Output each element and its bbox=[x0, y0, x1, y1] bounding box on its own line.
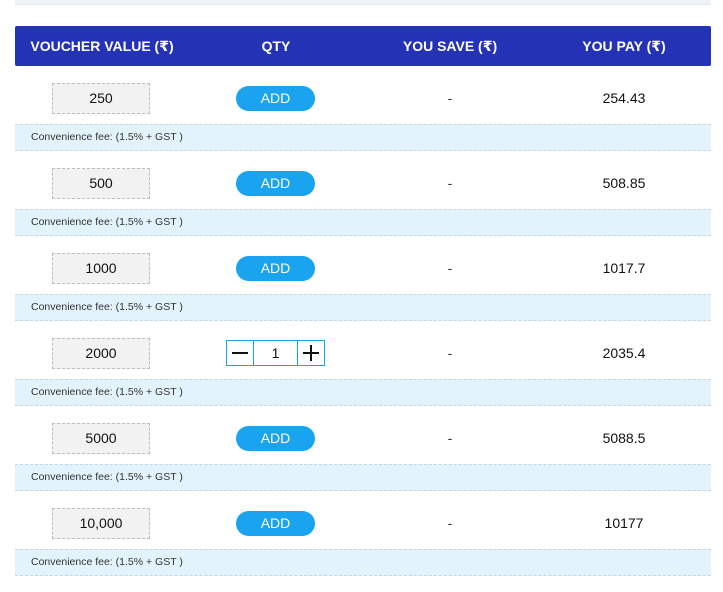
add-button[interactable]: ADD bbox=[236, 256, 315, 281]
you-save-value: - bbox=[447, 515, 453, 531]
voucher-row-main: 2000 1 - 2035.4 bbox=[15, 321, 711, 379]
add-button[interactable]: ADD bbox=[236, 426, 315, 451]
voucher-row-main: 1000 ADD - 1017.7 bbox=[15, 236, 711, 294]
convenience-fee-note: Convenience fee: (1.5% + GST ) bbox=[15, 209, 711, 236]
voucher-value: 2000 bbox=[52, 338, 150, 369]
voucher-value: 5000 bbox=[52, 423, 150, 454]
you-pay-value: 254.43 bbox=[602, 90, 646, 106]
header-you-save: YOU SAVE (₹) bbox=[402, 38, 498, 54]
top-strip bbox=[15, 0, 711, 5]
voucher-row-main: 500 ADD - 508.85 bbox=[15, 151, 711, 209]
convenience-fee-note: Convenience fee: (1.5% + GST ) bbox=[15, 464, 711, 491]
you-save-value: - bbox=[447, 430, 453, 446]
voucher-row: 250 ADD - 254.43 Convenience fee: (1.5% … bbox=[15, 66, 711, 151]
add-button[interactable]: ADD bbox=[236, 171, 315, 196]
you-pay-value: 508.85 bbox=[602, 175, 646, 191]
convenience-fee-note: Convenience fee: (1.5% + GST ) bbox=[15, 124, 711, 151]
voucher-row: 500 ADD - 508.85 Convenience fee: (1.5% … bbox=[15, 151, 711, 236]
voucher-row: 2000 1 - 2035.4 Convenience fee: (1.5% +… bbox=[15, 321, 711, 406]
voucher-value: 10,000 bbox=[52, 508, 150, 539]
header-voucher-value: VOUCHER VALUE (₹) bbox=[30, 38, 174, 54]
voucher-value: 500 bbox=[52, 168, 150, 199]
voucher-value: 1000 bbox=[52, 253, 150, 284]
voucher-list: 250 ADD - 254.43 Convenience fee: (1.5% … bbox=[15, 66, 711, 576]
you-pay-value: 10177 bbox=[604, 515, 644, 531]
header-qty: QTY bbox=[261, 38, 291, 54]
convenience-fee-note: Convenience fee: (1.5% + GST ) bbox=[15, 294, 711, 321]
table-header: VOUCHER VALUE (₹) QTY YOU SAVE (₹) YOU P… bbox=[15, 26, 711, 66]
convenience-fee-note: Convenience fee: (1.5% + GST ) bbox=[15, 379, 711, 406]
voucher-row-main: 250 ADD - 254.43 bbox=[15, 66, 711, 124]
voucher-row: 5000 ADD - 5088.5 Convenience fee: (1.5%… bbox=[15, 406, 711, 491]
add-button[interactable]: ADD bbox=[236, 511, 315, 536]
you-save-value: - bbox=[447, 345, 453, 361]
you-save-value: - bbox=[447, 90, 453, 106]
you-save-value: - bbox=[447, 175, 453, 191]
voucher-row: 1000 ADD - 1017.7 Convenience fee: (1.5%… bbox=[15, 236, 711, 321]
you-save-value: - bbox=[447, 260, 453, 276]
plus-icon[interactable] bbox=[297, 341, 324, 365]
quantity-value[interactable]: 1 bbox=[253, 341, 298, 365]
header-you-pay: YOU PAY (₹) bbox=[582, 38, 666, 54]
add-button[interactable]: ADD bbox=[236, 86, 315, 111]
minus-icon[interactable] bbox=[227, 341, 254, 365]
convenience-fee-note: Convenience fee: (1.5% + GST ) bbox=[15, 549, 711, 576]
you-pay-value: 2035.4 bbox=[602, 345, 646, 361]
quantity-stepper[interactable]: 1 bbox=[226, 340, 325, 366]
voucher-row: 10,000 ADD - 10177 Convenience fee: (1.5… bbox=[15, 491, 711, 576]
voucher-row-main: 10,000 ADD - 10177 bbox=[15, 491, 711, 549]
you-pay-value: 5088.5 bbox=[602, 430, 646, 446]
voucher-row-main: 5000 ADD - 5088.5 bbox=[15, 406, 711, 464]
voucher-value: 250 bbox=[52, 83, 150, 114]
you-pay-value: 1017.7 bbox=[602, 260, 646, 276]
